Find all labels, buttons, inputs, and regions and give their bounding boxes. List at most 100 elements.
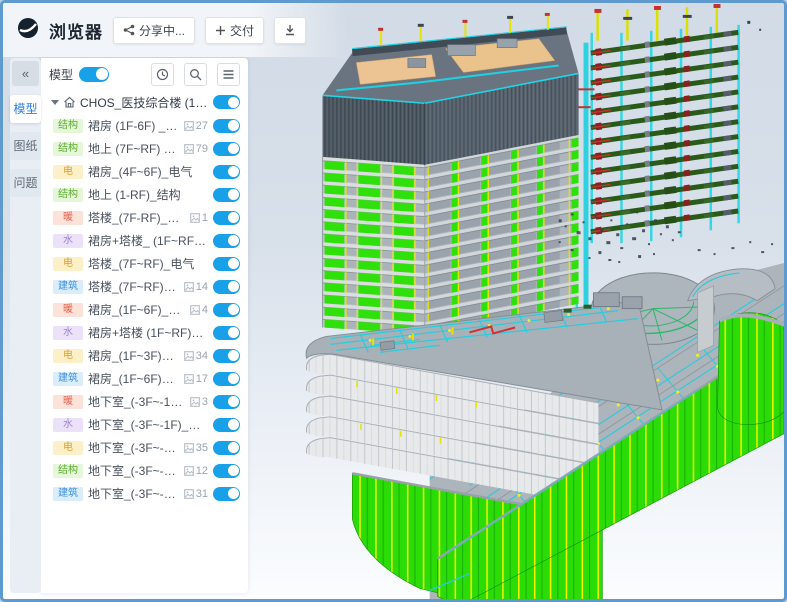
tab-model[interactable]: 模型	[10, 95, 41, 123]
discipline-tag: 结构	[53, 464, 83, 478]
visibility-toggle[interactable]	[213, 257, 240, 271]
visibility-toggle[interactable]	[213, 188, 240, 202]
visibility-toggle[interactable]	[213, 326, 240, 340]
discipline-tag: 建筑	[53, 280, 83, 294]
left-rail: « 模型 图纸 问题	[10, 58, 41, 593]
tree-root-label: CHOS_医技综合楼 (17...	[80, 94, 209, 111]
tree-row[interactable]: 建筑 地下室_(-3F~-1F)_建筑 31	[53, 482, 248, 505]
drawing-count-badge: 35	[184, 442, 208, 454]
visibility-toggle[interactable]	[213, 395, 240, 409]
visibility-toggle[interactable]	[213, 349, 240, 363]
discipline-tag: 电	[53, 257, 83, 271]
tree-row[interactable]: 电 地下室_(-3F~-1F)_电气 35	[53, 436, 248, 459]
tree-row[interactable]: 暖 裙房_(1F~6F)_暖通 4	[53, 298, 248, 321]
tree-row[interactable]: 水 裙房+塔楼 (1F~RF)_...	[53, 321, 248, 344]
tree-row-label: 裙房+塔楼_ (1F~RF)...	[88, 232, 208, 249]
tree-row-label: 地下室_(-3F~-1F)_电气	[88, 439, 179, 456]
share-icon	[123, 24, 135, 36]
share-button[interactable]: 分享中...	[113, 17, 195, 44]
drawing-icon	[184, 282, 194, 292]
drawing-count: 12	[196, 465, 208, 477]
drawing-icon	[184, 144, 194, 154]
visibility-toggle[interactable]	[213, 372, 240, 386]
history-icon	[156, 68, 169, 81]
drawing-count-badge: 3	[190, 396, 208, 408]
visibility-toggle[interactable]	[213, 211, 240, 225]
search-button[interactable]	[184, 63, 207, 86]
tab-drawings[interactable]: 图纸	[10, 132, 41, 160]
tree-row[interactable]: 建筑 塔楼_(7F~RF)_建筑 14	[53, 275, 248, 298]
tree-row-label: 地上 (1-RF)_结构	[88, 186, 208, 203]
tree-row[interactable]: 暖 地下室_(-3F~-1F)_暖通 3	[53, 390, 248, 413]
tree-row-label: 裙房_(1F~6F)_建筑	[88, 370, 179, 387]
tree-root-row[interactable]: CHOS_医技综合楼 (17...	[41, 90, 248, 114]
tab-issues[interactable]: 问题	[10, 169, 41, 197]
discipline-tag: 暖	[53, 211, 83, 225]
tree-row-label: 地下室_(-3F~-1F)_给...	[88, 416, 208, 433]
visibility-toggle[interactable]	[213, 280, 240, 294]
visibility-toggle[interactable]	[213, 142, 240, 156]
discipline-tag: 电	[53, 165, 83, 179]
discipline-tag: 水	[53, 234, 83, 248]
drawing-icon	[190, 397, 200, 407]
drawing-count: 3	[202, 396, 208, 408]
window: 浏览器 分享中... 交付 « 模型 图纸 问题 模型	[0, 0, 787, 602]
tree-row[interactable]: 水 裙房+塔楼_ (1F~RF)...	[53, 229, 248, 252]
tree-row[interactable]: 结构 地上 (1-RF)_结构	[53, 183, 248, 206]
drawing-count-badge: 14	[184, 281, 208, 293]
drawing-count: 31	[196, 488, 208, 500]
drawing-count-badge: 12	[184, 465, 208, 477]
tree-row[interactable]: 结构 地下室_(-3F~-1F)_结构 12	[53, 459, 248, 482]
panel-title: 模型	[49, 66, 73, 83]
visibility-toggle[interactable]	[213, 464, 240, 478]
tree-root-toggle[interactable]	[213, 95, 240, 109]
drawing-icon	[184, 489, 194, 499]
drawing-count-badge: 31	[184, 488, 208, 500]
drawing-count: 17	[196, 373, 208, 385]
model-master-toggle[interactable]	[79, 67, 109, 82]
visibility-toggle[interactable]	[213, 418, 240, 432]
tree-row[interactable]: 结构 裙房 (1F-6F) _结构... 27	[53, 114, 248, 137]
download-button[interactable]	[274, 17, 306, 44]
deliver-button[interactable]: 交付	[205, 17, 264, 44]
tree-row[interactable]: 电 裙房_(4F~6F)_电气	[53, 160, 248, 183]
tree-row[interactable]: 暖 塔楼_(7F-RF)_暖通 1	[53, 206, 248, 229]
drawing-icon	[190, 213, 200, 223]
app-title: 浏览器	[49, 18, 103, 43]
visibility-toggle[interactable]	[213, 487, 240, 501]
tree-row[interactable]: 电 塔楼_(7F~RF)_电气	[53, 252, 248, 275]
tree-row-label: 裙房_(1F~3F)_电气	[88, 347, 179, 364]
tree-row-label: 裙房+塔楼 (1F~RF)_...	[88, 324, 208, 341]
tree-row-label: 地下室_(-3F~-1F)_结构	[88, 462, 179, 479]
model-tree-list: 结构 裙房 (1F-6F) _结构... 27 结构 地上 (7F~RF) _结…	[41, 114, 248, 505]
visibility-toggle[interactable]	[213, 165, 240, 179]
discipline-tag: 结构	[53, 142, 83, 156]
drawing-count-badge: 79	[184, 143, 208, 155]
download-icon	[284, 24, 296, 36]
visibility-toggle[interactable]	[213, 303, 240, 317]
discipline-tag: 电	[53, 441, 83, 455]
drawing-icon	[190, 305, 200, 315]
history-button[interactable]	[151, 63, 174, 86]
drawing-count: 34	[196, 350, 208, 362]
drawing-count-badge: 34	[184, 350, 208, 362]
tree-row[interactable]: 水 地下室_(-3F~-1F)_给...	[53, 413, 248, 436]
drawing-icon	[184, 351, 194, 361]
tree-row[interactable]: 结构 地上 (7F~RF) _结构... 79	[53, 137, 248, 160]
app-header: 浏览器 分享中... 交付	[3, 3, 348, 57]
drawing-count-badge: 4	[190, 304, 208, 316]
tower-model	[323, 13, 579, 335]
tree-row[interactable]: 建筑 裙房_(1F~6F)_建筑 17	[53, 367, 248, 390]
chevron-down-icon[interactable]	[51, 100, 59, 105]
visibility-toggle[interactable]	[213, 234, 240, 248]
tree-row-label: 地上 (7F~RF) _结构...	[88, 140, 179, 157]
tree-row[interactable]: 电 裙房_(1F~3F)_电气 34	[53, 344, 248, 367]
tree-row-label: 裙房_(4F~6F)_电气	[88, 163, 208, 180]
visibility-toggle[interactable]	[213, 441, 240, 455]
drawing-count: 1	[202, 212, 208, 224]
collapse-panel-button[interactable]: «	[12, 61, 39, 86]
menu-button[interactable]	[217, 63, 240, 86]
visibility-toggle[interactable]	[213, 119, 240, 133]
tree-row-label: 裙房 (1F-6F) _结构...	[88, 117, 179, 134]
plus-icon	[215, 25, 226, 36]
